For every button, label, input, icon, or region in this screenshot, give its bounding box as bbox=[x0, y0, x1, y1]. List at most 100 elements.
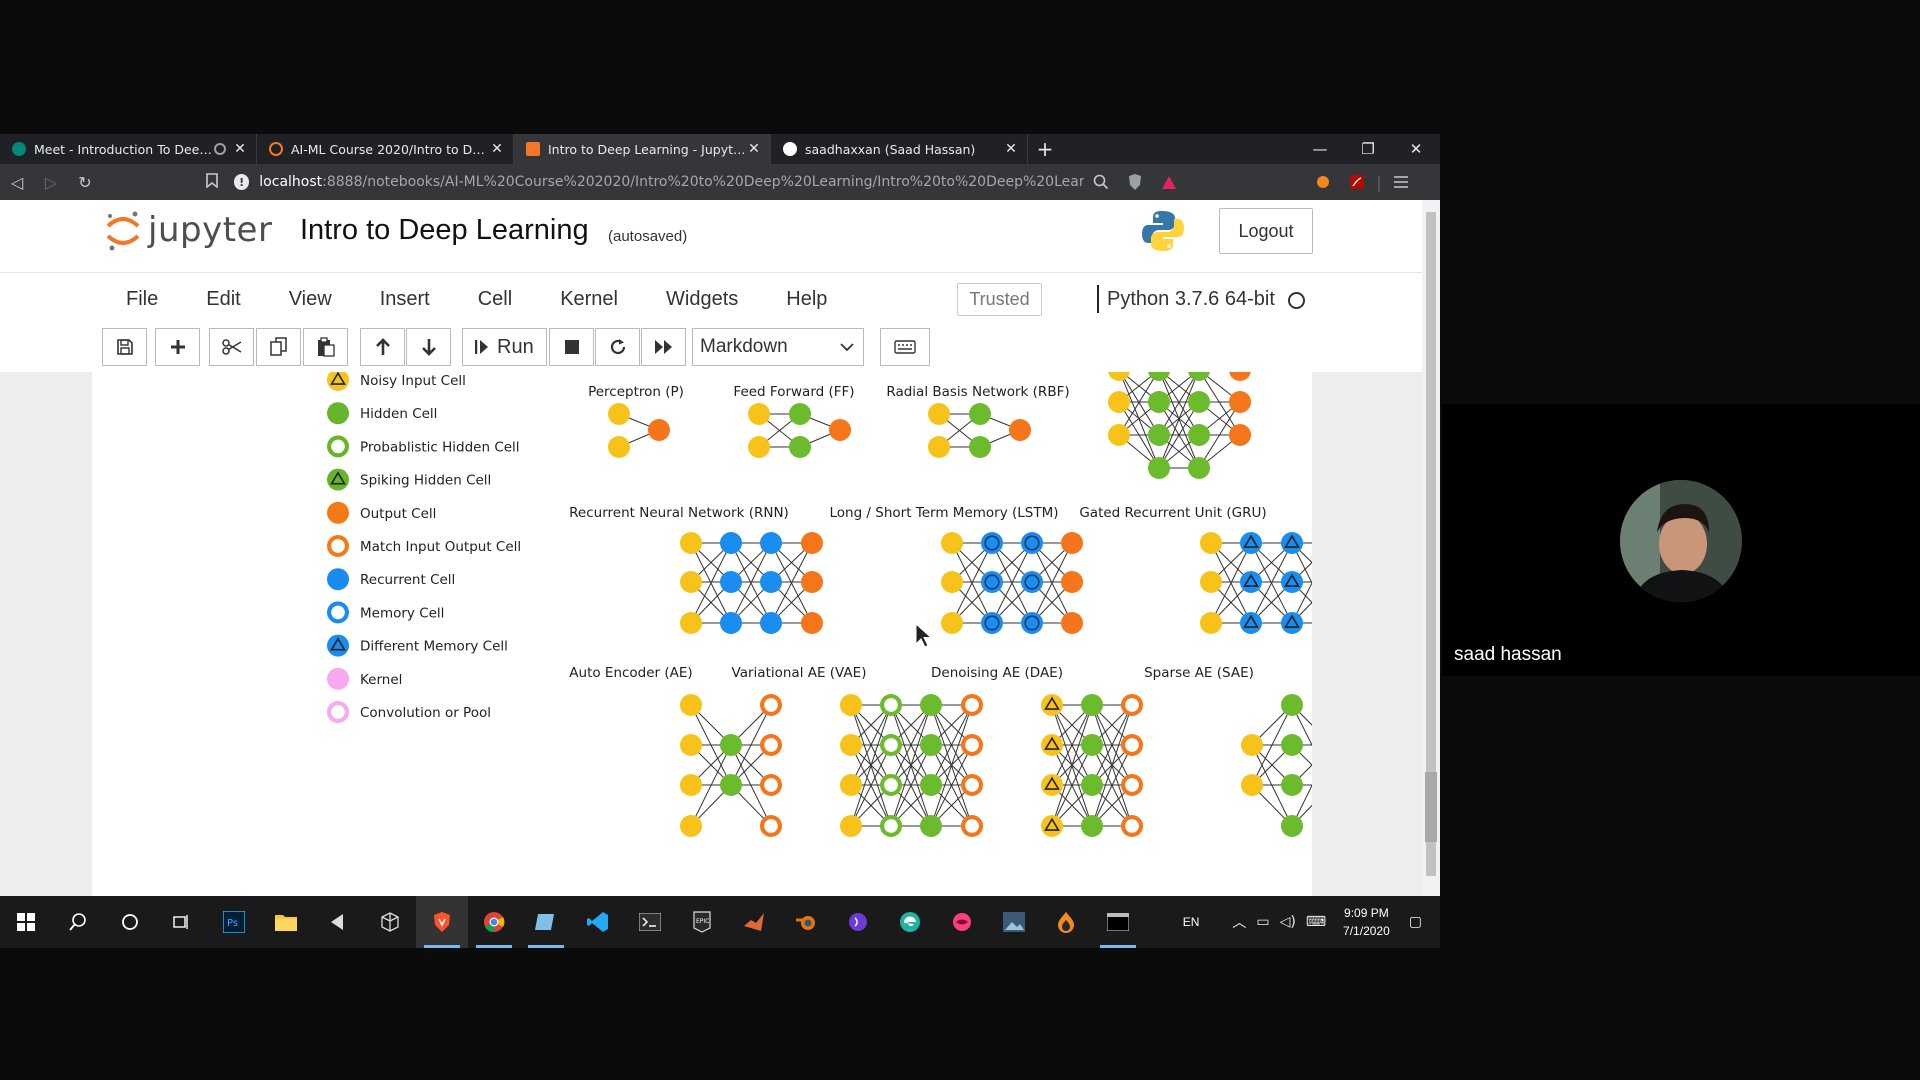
forward-icon[interactable]: ▷ bbox=[34, 164, 68, 200]
3d-viewer-icon[interactable] bbox=[364, 896, 416, 948]
page-scrollbar[interactable] bbox=[1422, 200, 1440, 896]
feed-forward-node-0-0 bbox=[748, 403, 770, 425]
menu-cell[interactable]: Cell bbox=[454, 288, 536, 311]
ae-node-2-3 bbox=[760, 815, 782, 837]
language-indicator[interactable]: EN bbox=[1183, 915, 1200, 929]
move-down-button[interactable] bbox=[406, 328, 451, 366]
chrome-icon[interactable] bbox=[468, 896, 520, 948]
close-tab-icon[interactable]: ✕ bbox=[1003, 141, 1019, 157]
audio-playing-icon[interactable] bbox=[214, 143, 226, 155]
interrupt-kernel-button[interactable] bbox=[549, 328, 594, 366]
file-explorer-icon[interactable] bbox=[260, 896, 312, 948]
perceptron-node-0-1 bbox=[608, 436, 630, 458]
paste-cell-button[interactable] bbox=[303, 328, 348, 366]
windows-start-icon[interactable] bbox=[0, 896, 52, 948]
brave-rewards-icon[interactable] bbox=[1152, 164, 1186, 200]
cut-cell-button[interactable] bbox=[209, 328, 254, 366]
notes-app-icon[interactable] bbox=[520, 896, 572, 948]
browser-tab-notebook[interactable]: Intro to Deep Learning - Jupyter N ✕ bbox=[514, 134, 771, 164]
zoom-icon[interactable] bbox=[1084, 164, 1118, 200]
restore-icon[interactable]: ❐ bbox=[1344, 134, 1392, 164]
touch-keyboard-icon[interactable]: ⌨ bbox=[1306, 914, 1326, 930]
cortana-icon[interactable] bbox=[104, 896, 156, 948]
participant-tile[interactable]: saad hassan bbox=[1442, 404, 1920, 676]
volume-icon[interactable]: ◁) bbox=[1280, 914, 1296, 930]
browser-tab-meet[interactable]: Meet - Introduction To Deep L ✕ bbox=[0, 134, 257, 164]
brave-shield-icon[interactable] bbox=[1118, 164, 1152, 200]
network-icon[interactable]: ▭ bbox=[1256, 914, 1269, 930]
menu-view[interactable]: View bbox=[265, 288, 356, 311]
chevron-down-icon bbox=[840, 343, 854, 352]
menu-insert[interactable]: Insert bbox=[356, 288, 454, 311]
rbf-node-0-0 bbox=[928, 403, 950, 425]
perceptron-node-1-0 bbox=[648, 419, 670, 441]
menu-file[interactable]: File bbox=[102, 288, 182, 311]
browser-menu-icon[interactable] bbox=[1384, 164, 1418, 200]
lips-app-icon[interactable] bbox=[936, 896, 988, 948]
legend-swatch-8 bbox=[327, 634, 349, 657]
podcast-app-icon[interactable] bbox=[832, 896, 884, 948]
rnn-node-3-0 bbox=[801, 532, 823, 554]
flame-app-icon[interactable] bbox=[1040, 896, 1092, 948]
close-window-icon[interactable]: ✕ bbox=[1392, 134, 1440, 164]
browser-tab-course[interactable]: AI-ML Course 2020/Intro to Deep ✕ bbox=[257, 134, 514, 164]
menu-edit[interactable]: Edit bbox=[182, 288, 264, 311]
move-up-button[interactable] bbox=[360, 328, 405, 366]
epic-games-icon[interactable]: EPIC bbox=[676, 896, 728, 948]
terminal-icon[interactable] bbox=[624, 896, 676, 948]
matlab-icon[interactable] bbox=[728, 896, 780, 948]
scissors-icon bbox=[221, 339, 241, 355]
rnn-node-3-0 bbox=[801, 532, 823, 554]
task-view-icon[interactable] bbox=[156, 896, 208, 948]
extension-metamask-icon[interactable] bbox=[1306, 164, 1340, 200]
taskbar-clock[interactable]: 9:09 PM 7/1/2020 bbox=[1343, 904, 1390, 940]
close-tab-icon[interactable]: ✕ bbox=[232, 141, 248, 157]
neural-network-zoo-figure: Noisy Input Cell Hidden Cell Probablistic … bbox=[327, 372, 1312, 837]
rnn-node-3-2 bbox=[801, 612, 823, 634]
kernel-name[interactable]: Python 3.7.6 64-bit bbox=[1097, 285, 1275, 313]
chevron-up-icon[interactable]: ︿ bbox=[1232, 912, 1246, 932]
new-tab-button[interactable]: + bbox=[1028, 134, 1062, 164]
legend-label-9: Kernel bbox=[360, 672, 402, 688]
scrollbar-thumb[interactable] bbox=[1425, 772, 1437, 842]
save-button[interactable] bbox=[102, 328, 147, 366]
restart-run-all-button[interactable] bbox=[641, 328, 686, 366]
legend-label-6: Recurrent Cell bbox=[360, 572, 455, 588]
logout-button[interactable]: Logout bbox=[1219, 208, 1313, 254]
restart-kernel-button[interactable] bbox=[595, 328, 640, 366]
menu-help[interactable]: Help bbox=[762, 288, 851, 311]
copy-cell-button[interactable] bbox=[256, 328, 301, 366]
browser-tab-github[interactable]: saadhaxxan (Saad Hassan) ✕ bbox=[771, 134, 1028, 164]
feed-forward-node-2-0 bbox=[829, 419, 851, 441]
close-tab-icon[interactable]: ✕ bbox=[746, 141, 762, 157]
command-prompt-icon[interactable] bbox=[1092, 896, 1144, 948]
bookmark-icon[interactable] bbox=[198, 172, 226, 192]
insert-cell-button[interactable] bbox=[155, 328, 200, 366]
run-button[interactable]: Run bbox=[462, 328, 547, 366]
photoshop-icon[interactable]: Ps bbox=[208, 896, 260, 948]
notebook-title[interactable]: Intro to Deep Learning bbox=[300, 214, 589, 247]
reload-icon[interactable]: ↻ bbox=[68, 164, 102, 200]
menu-kernel[interactable]: Kernel bbox=[536, 288, 642, 311]
edge-icon[interactable] bbox=[884, 896, 936, 948]
jupyter-logo[interactable]: jupyter bbox=[104, 208, 272, 252]
site-info-icon[interactable]: ! bbox=[234, 174, 250, 190]
search-icon[interactable] bbox=[52, 896, 104, 948]
back-icon[interactable]: ◁ bbox=[0, 164, 34, 200]
trusted-indicator[interactable]: Trusted bbox=[957, 283, 1042, 316]
close-tab-icon[interactable]: ✕ bbox=[489, 141, 505, 157]
command-palette-button[interactable] bbox=[880, 328, 930, 366]
photo-app-icon[interactable] bbox=[988, 896, 1040, 948]
blender-icon[interactable] bbox=[780, 896, 832, 948]
vscode-icon[interactable] bbox=[572, 896, 624, 948]
notification-center-icon[interactable]: ▢ bbox=[1409, 914, 1422, 930]
brave-browser-icon[interactable] bbox=[416, 896, 468, 948]
menu-widgets[interactable]: Widgets bbox=[642, 288, 762, 311]
url-field[interactable]: ! localhost :8888/notebooks/AI-ML%20Cour… bbox=[234, 168, 1084, 196]
media-player-icon[interactable] bbox=[312, 896, 364, 948]
sae-node-1-2 bbox=[1281, 774, 1303, 796]
extension-pdf-icon[interactable] bbox=[1340, 164, 1374, 200]
cell-type-select[interactable]: Markdown bbox=[692, 328, 864, 366]
participant-avatar bbox=[1620, 480, 1742, 602]
minimize-icon[interactable]: — bbox=[1296, 134, 1344, 164]
